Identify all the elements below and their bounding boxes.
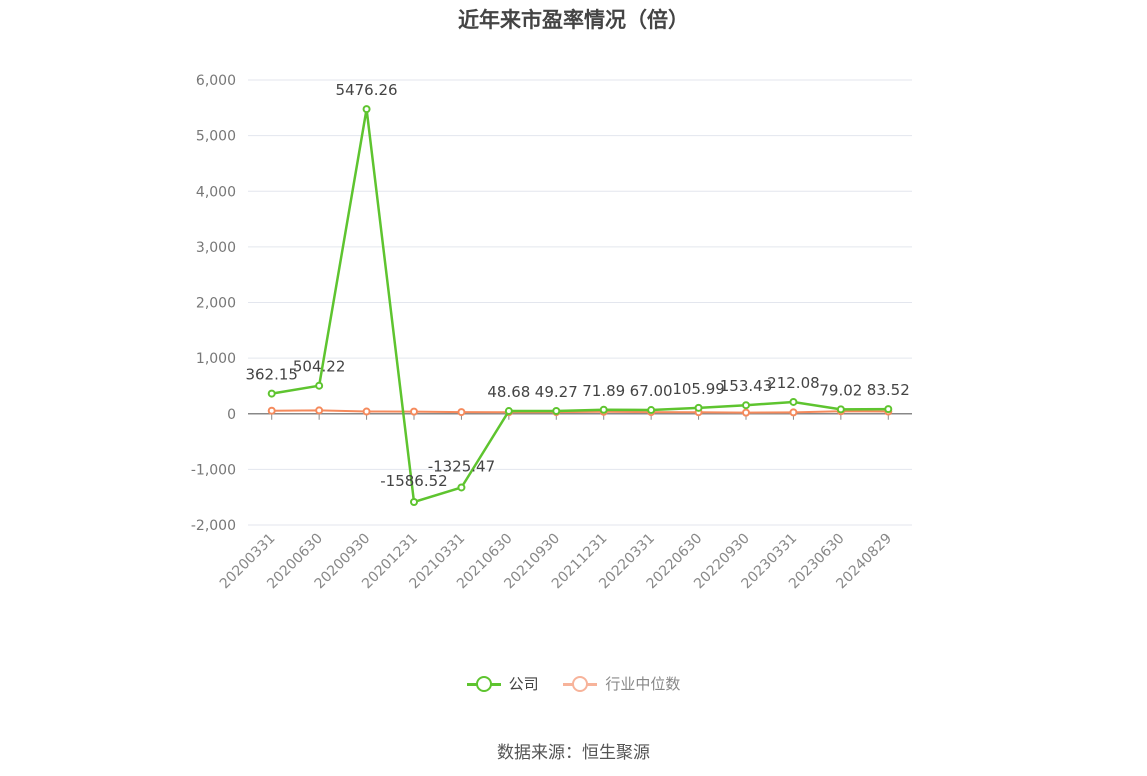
y-tick-label: 6,000 <box>196 73 236 89</box>
y-tick-label: 4,000 <box>196 184 236 200</box>
y-tick-label: 3,000 <box>196 240 236 256</box>
data-point-company <box>836 405 845 414</box>
data-point-company <box>884 405 893 414</box>
data-point-company <box>362 105 371 114</box>
data-label: 105.99 <box>672 380 725 398</box>
data-label: 67.00 <box>630 382 673 400</box>
data-point-company <box>410 498 418 507</box>
data-point-company <box>694 403 703 412</box>
y-tick-label: 0 <box>227 407 236 423</box>
legend-label-company: 公司 <box>508 675 539 693</box>
legend-item-company[interactable]: 公司 <box>466 673 539 694</box>
data-point-industry <box>457 408 466 417</box>
data-point-company <box>457 483 466 492</box>
data-point-industry <box>742 408 750 417</box>
legend-label-industry: 行业中位数 <box>605 675 681 693</box>
grid-lines <box>248 79 912 526</box>
y-tick-label: -1,000 <box>191 462 236 478</box>
data-label: 79.02 <box>819 381 862 399</box>
data-label: 5476.26 <box>336 81 398 99</box>
legend-line-circle-icon <box>466 674 501 694</box>
y-tick-label: 1,000 <box>196 351 236 367</box>
data-label: 49.27 <box>535 383 578 401</box>
data-point-industry <box>267 406 276 415</box>
data-label: 362.15 <box>245 366 298 384</box>
data-label: 48.68 <box>487 383 530 401</box>
legend: 公司 行业中位数 <box>0 673 1147 698</box>
y-tick-label: 2,000 <box>196 296 236 312</box>
data-label: -1325.47 <box>428 457 495 475</box>
data-label: 212.08 <box>767 374 820 392</box>
source-note: 数据来源：恒生聚源 <box>497 743 650 763</box>
data-label: 504.22 <box>293 358 346 376</box>
data-point-company <box>315 381 324 390</box>
data-labels: 362.15504.225476.26-1586.52-1325.4748.68… <box>245 81 909 490</box>
data-label: 71.89 <box>582 382 625 400</box>
x-axis: 2020033120200630202009302020123120210331… <box>217 413 912 592</box>
y-axis: -2,000 -1,000 0 1,000 2,000 3,000 4,000 5,000 6,… <box>191 73 236 534</box>
data-point-industry <box>315 406 324 415</box>
data-point-company <box>504 407 513 416</box>
y-tick-label: 5,000 <box>196 129 236 145</box>
data-point-company <box>552 407 561 416</box>
data-label: 83.52 <box>867 381 910 399</box>
data-point-industry <box>789 408 798 417</box>
series-line-company <box>271 108 889 504</box>
data-point-industry <box>410 407 418 416</box>
line-chart: -2,000 -1,000 0 1,000 2,000 3,000 4,000 5,000 6,… <box>191 73 912 592</box>
data-point-company <box>789 397 798 406</box>
legend-item-industry[interactable]: 行业中位数 <box>563 673 680 694</box>
data-point-industry <box>362 407 371 416</box>
data-point-company <box>647 406 656 415</box>
data-point-company <box>599 405 608 414</box>
series-layer <box>267 105 893 507</box>
data-point-company <box>267 389 276 398</box>
data-point-company <box>742 401 750 410</box>
data-label: 153.43 <box>720 377 773 395</box>
legend-line-circle-icon <box>563 674 598 694</box>
y-tick-label: -2,000 <box>191 518 236 534</box>
